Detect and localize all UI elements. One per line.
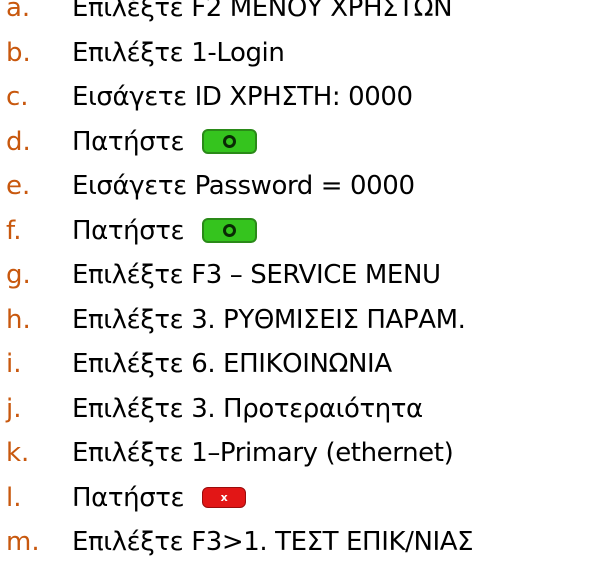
step-g: g. Επιλέξτε F3 – SERVICE MENU [0,253,598,298]
step-j: j. Επιλέξτε 3. Προτεραιότητα [0,387,598,432]
instruction-list: a. Επιλέξτε F2 ΜΕΝΟΥ ΧΡΗΣΤΩΝ b. Επιλέξτε… [0,0,598,565]
ok-circle-icon [223,224,237,238]
step-marker: l. [6,482,22,513]
step-e: e. Εισάγετε Password = 0000 [0,164,598,209]
step-text: Εισάγετε ID ΧΡΗΣΤΗ: 0000 [72,82,413,113]
step-text: Επιλέξτε 6. ΕΠΙΚΟΙΝΩΝΙΑ [72,349,392,380]
step-m: m. Επιλέξτε F3>1. ΤΕΣΤ ΕΠΙΚ/ΝΙΑΣ [0,520,598,565]
cancel-x-icon: x [220,491,228,505]
step-marker: m. [6,527,40,558]
step-text: Εισάγετε Password = 0000 [72,171,415,202]
step-marker: b. [6,37,31,68]
step-marker: c. [6,82,29,113]
step-text: Επιλέξτε 3. Προτεραιότητα [72,393,423,424]
step-d: d. Πατήστε [0,120,598,165]
ok-key-icon [202,129,258,155]
step-marker: h. [6,304,31,335]
step-f: f. Πατήστε [0,209,598,254]
step-text: Επιλέξτε 3. ΡΥΘΜΙΣΕΙΣ ΠΑΡΑΜ. [72,304,466,335]
step-text: Επιλέξτε 1–Primary (ethernet) [72,438,454,469]
ok-key-icon [202,218,258,244]
cancel-key-icon: x [202,487,247,509]
step-text: Επιλέξτε 1-Login [72,37,285,68]
step-marker: a. [6,0,31,24]
step-marker: k. [6,438,30,469]
step-marker: e. [6,171,31,202]
ok-circle-icon [223,135,237,149]
step-i: i. Επιλέξτε 6. ΕΠΙΚΟΙΝΩΝΙΑ [0,342,598,387]
step-text: Πατήστε [72,482,185,513]
step-marker: g. [6,260,31,291]
step-text: Πατήστε [72,126,185,157]
step-marker: j. [6,393,22,424]
step-a: a. Επιλέξτε F2 ΜΕΝΟΥ ΧΡΗΣΤΩΝ [0,0,598,31]
step-l: l. Πατήστε x [0,476,598,521]
step-marker: f. [6,215,22,246]
step-b: b. Επιλέξτε 1-Login [0,31,598,76]
step-h: h. Επιλέξτε 3. ΡΥΘΜΙΣΕΙΣ ΠΑΡΑΜ. [0,298,598,343]
step-text: Επιλέξτε F3>1. ΤΕΣΤ ΕΠΙΚ/ΝΙΑΣ [72,527,474,558]
step-marker: d. [6,126,31,157]
step-text: Πατήστε [72,215,185,246]
step-marker: i. [6,349,22,380]
step-text: Επιλέξτε F2 ΜΕΝΟΥ ΧΡΗΣΤΩΝ [72,0,453,24]
step-k: k. Επιλέξτε 1–Primary (ethernet) [0,431,598,476]
step-text: Επιλέξτε F3 – SERVICE MENU [72,260,441,291]
step-c: c. Εισάγετε ID ΧΡΗΣΤΗ: 0000 [0,75,598,120]
